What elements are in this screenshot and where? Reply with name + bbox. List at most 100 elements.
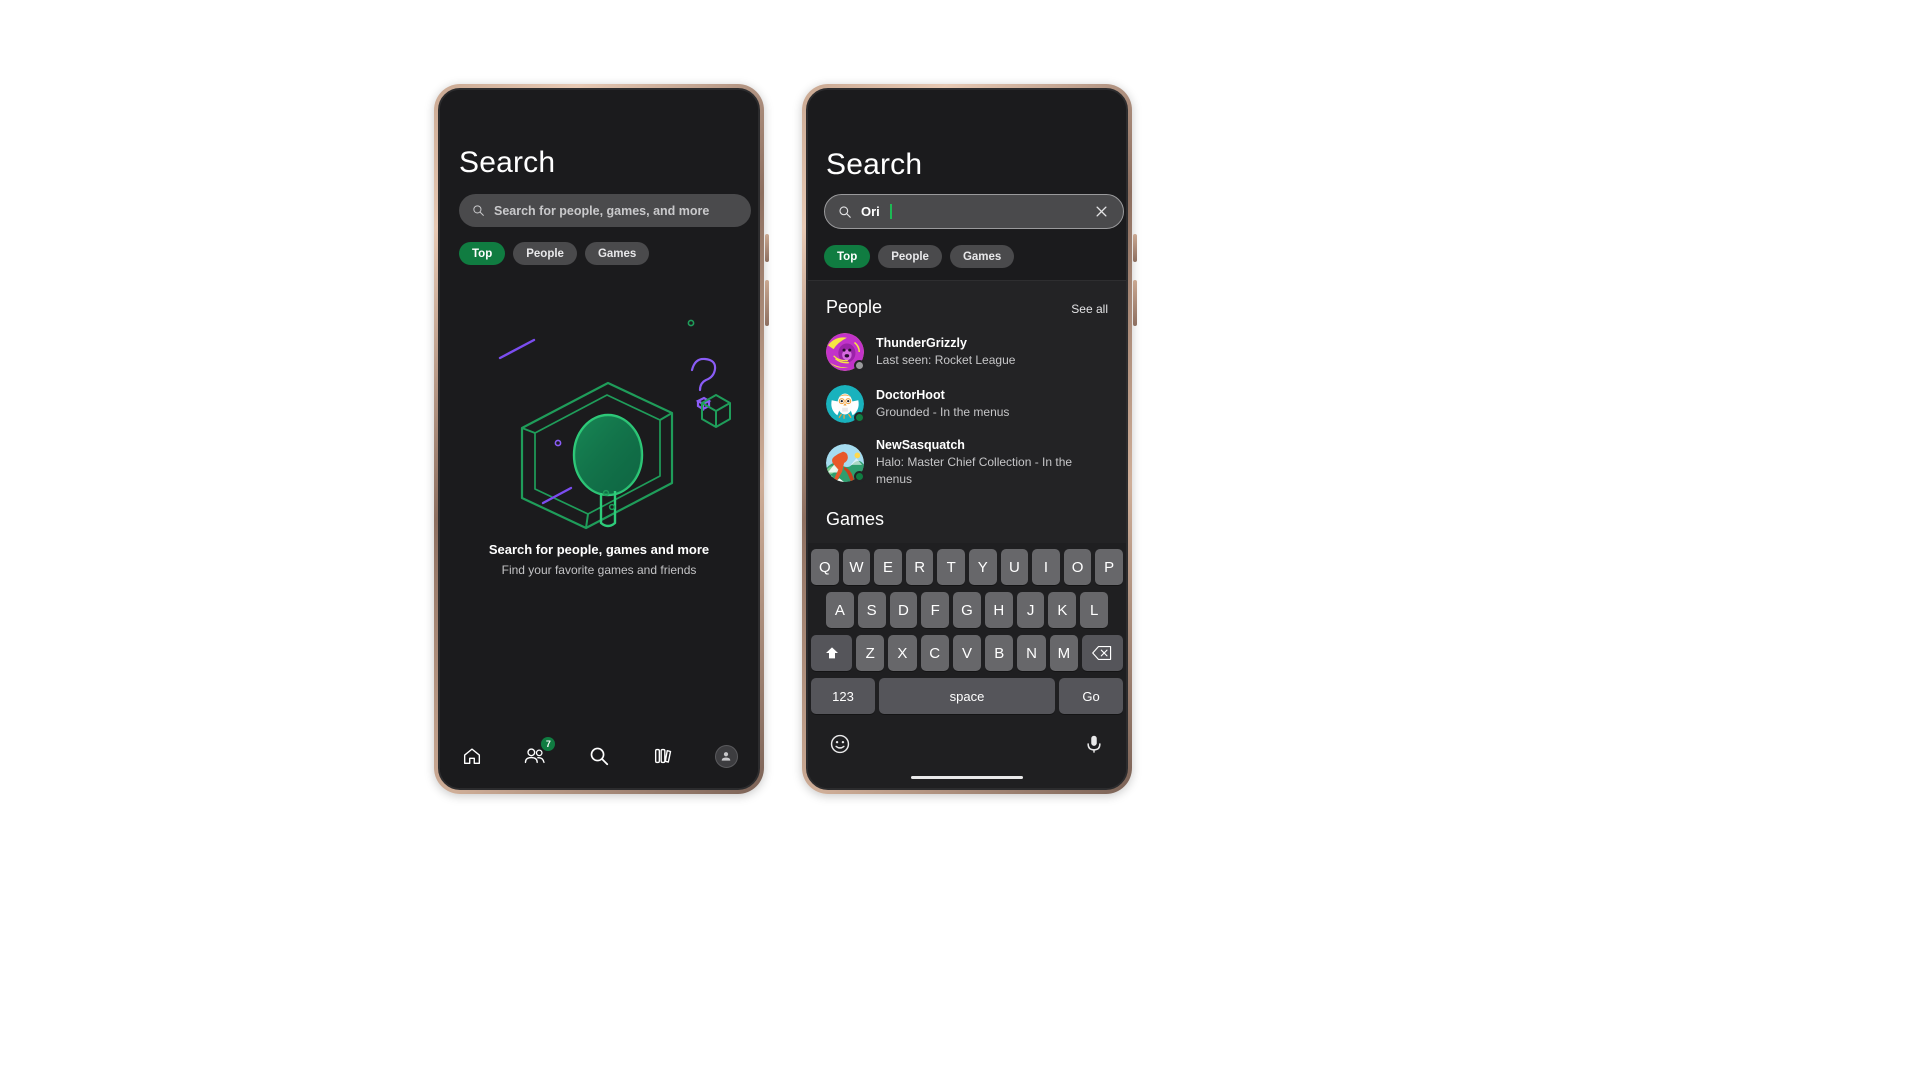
keyboard-bottom-bar [811, 721, 1123, 765]
key-go[interactable]: Go [1059, 678, 1123, 714]
chip-top[interactable]: Top [824, 245, 871, 268]
emoji-icon [830, 734, 850, 753]
avatar-glyph-icon [721, 752, 731, 761]
search-icon [590, 747, 609, 766]
nav-item-profile[interactable] [705, 735, 747, 777]
chip-people[interactable]: People [513, 242, 577, 265]
key-e[interactable]: E [874, 549, 902, 585]
close-icon [1096, 206, 1106, 217]
key-h[interactable]: H [984, 592, 1013, 628]
avatar [826, 333, 865, 371]
key-numbers[interactable]: 123 [811, 678, 875, 714]
key-j[interactable]: J [1016, 592, 1045, 628]
search-input[interactable]: Ori [824, 194, 1124, 229]
key-x[interactable]: X [888, 635, 917, 671]
nav-item-home[interactable] [451, 735, 493, 777]
presence-indicator [854, 412, 865, 423]
key-l[interactable]: L [1080, 592, 1109, 628]
key-t[interactable]: T [937, 549, 965, 585]
key-o[interactable]: O [1063, 549, 1092, 585]
presence-status: Last seen: Rocket League [876, 353, 1016, 367]
key-w[interactable]: W [842, 549, 871, 585]
games-section-title: Games [826, 509, 885, 529]
dot-green-3 [608, 503, 616, 511]
key-u[interactable]: U [1000, 549, 1029, 585]
key-b[interactable]: B [985, 635, 1014, 671]
people-section-header: People See all [808, 281, 1126, 326]
phone-right-button-bottom[interactable] [1133, 280, 1137, 326]
phone-left-button-top[interactable] [765, 234, 769, 262]
social-badge: 7 [541, 737, 556, 751]
home-icon [463, 748, 480, 765]
key-z[interactable]: Z [856, 635, 885, 671]
screenshot-canvas: Search Search for people, games, and mor… [0, 0, 1920, 1080]
key-p[interactable]: P [1095, 549, 1123, 585]
nav-item-search[interactable] [578, 735, 620, 777]
key-s[interactable]: S [857, 592, 886, 628]
key-backspace[interactable] [1081, 635, 1123, 671]
key-space[interactable]: space [879, 678, 1055, 714]
on-screen-keyboard: Q W E R T Y U I O P A S D F G H J K L Z … [808, 543, 1126, 788]
key-f[interactable]: F [921, 592, 950, 628]
list-item[interactable]: ThunderGrizzly Last seen: Rocket League [808, 326, 1126, 378]
list-item[interactable]: DoctorHoot Grounded - In the menus [808, 378, 1126, 430]
key-n[interactable]: N [1017, 635, 1046, 671]
phone-left-button-bottom[interactable] [765, 280, 769, 326]
page-title: Search [459, 146, 556, 179]
avatar-icon [714, 744, 738, 768]
search-field-container[interactable]: Ori [824, 194, 1124, 229]
list-item[interactable]: NewSasquatch Halo: Master Chief Collecti… [808, 430, 1126, 495]
search-value: Ori [861, 204, 880, 219]
emoji-button[interactable] [829, 733, 851, 760]
dot-green-1 [687, 319, 695, 327]
nav-item-social[interactable]: 7 [514, 735, 556, 777]
empty-state-subtitle: Find your favorite games and friends [501, 563, 697, 577]
filter-chips: Top People Games [824, 245, 1015, 268]
search-illustration [440, 295, 758, 540]
home-indicator[interactable] [911, 776, 1023, 779]
key-y[interactable]: Y [969, 549, 997, 585]
microphone-button[interactable] [1083, 733, 1105, 760]
page-title: Search [826, 148, 923, 181]
search-field-container[interactable]: Search for people, games, and more [459, 194, 751, 227]
keyboard-row-2: A S D F G H J K L [811, 592, 1123, 628]
key-v[interactable]: V [952, 635, 982, 671]
phone-right-button-top[interactable] [1133, 234, 1137, 262]
isometric-search-illustration-svg [498, 319, 731, 530]
key-i[interactable]: I [1032, 549, 1060, 585]
search-input[interactable]: Search for people, games, and more [459, 194, 751, 227]
key-a[interactable]: A [825, 592, 854, 628]
presence-status: Grounded - In the menus [876, 405, 1010, 419]
phone-right: Search Ori Top People Games People See a… [802, 84, 1137, 794]
list-item-text: ThunderGrizzly Last seen: Rocket League [876, 335, 1015, 369]
phone-left-body: Search Search for people, games, and mor… [438, 88, 760, 790]
key-r[interactable]: R [905, 549, 934, 585]
text-caret [889, 204, 892, 219]
key-m[interactable]: M [1049, 635, 1078, 671]
key-k[interactable]: K [1048, 592, 1077, 628]
bottom-navigation: 7 [440, 724, 758, 788]
avatar [826, 385, 865, 423]
dot-purple-1 [554, 439, 562, 447]
nav-item-library[interactable] [642, 735, 684, 777]
empty-state-title: Search for people, games and more [488, 542, 710, 557]
list-item-text: DoctorHoot Grounded - In the menus [876, 387, 1009, 421]
see-all-link[interactable]: See all [1071, 302, 1108, 316]
phone-right-screen: Search Ori Top People Games People See a… [808, 90, 1126, 788]
key-d[interactable]: D [889, 592, 918, 628]
keyboard-row-3: Z X C V B N M [811, 635, 1123, 671]
chip-games[interactable]: Games [584, 242, 650, 265]
chip-games[interactable]: Games [949, 245, 1015, 268]
phone-right-body: Search Ori Top People Games People See a… [806, 88, 1128, 790]
chip-people[interactable]: People [878, 245, 942, 268]
key-g[interactable]: G [953, 592, 981, 628]
phone-left-screen: Search Search for people, games, and mor… [440, 90, 758, 788]
people-section-title: People [826, 297, 883, 317]
key-shift[interactable] [811, 635, 853, 671]
search-icon [839, 205, 851, 218]
key-c[interactable]: C [920, 635, 949, 671]
key-q[interactable]: Q [811, 549, 839, 585]
clear-search-button[interactable] [1092, 203, 1110, 221]
chip-top[interactable]: Top [459, 242, 506, 265]
keyboard-row-4: 123 space Go [811, 678, 1123, 714]
